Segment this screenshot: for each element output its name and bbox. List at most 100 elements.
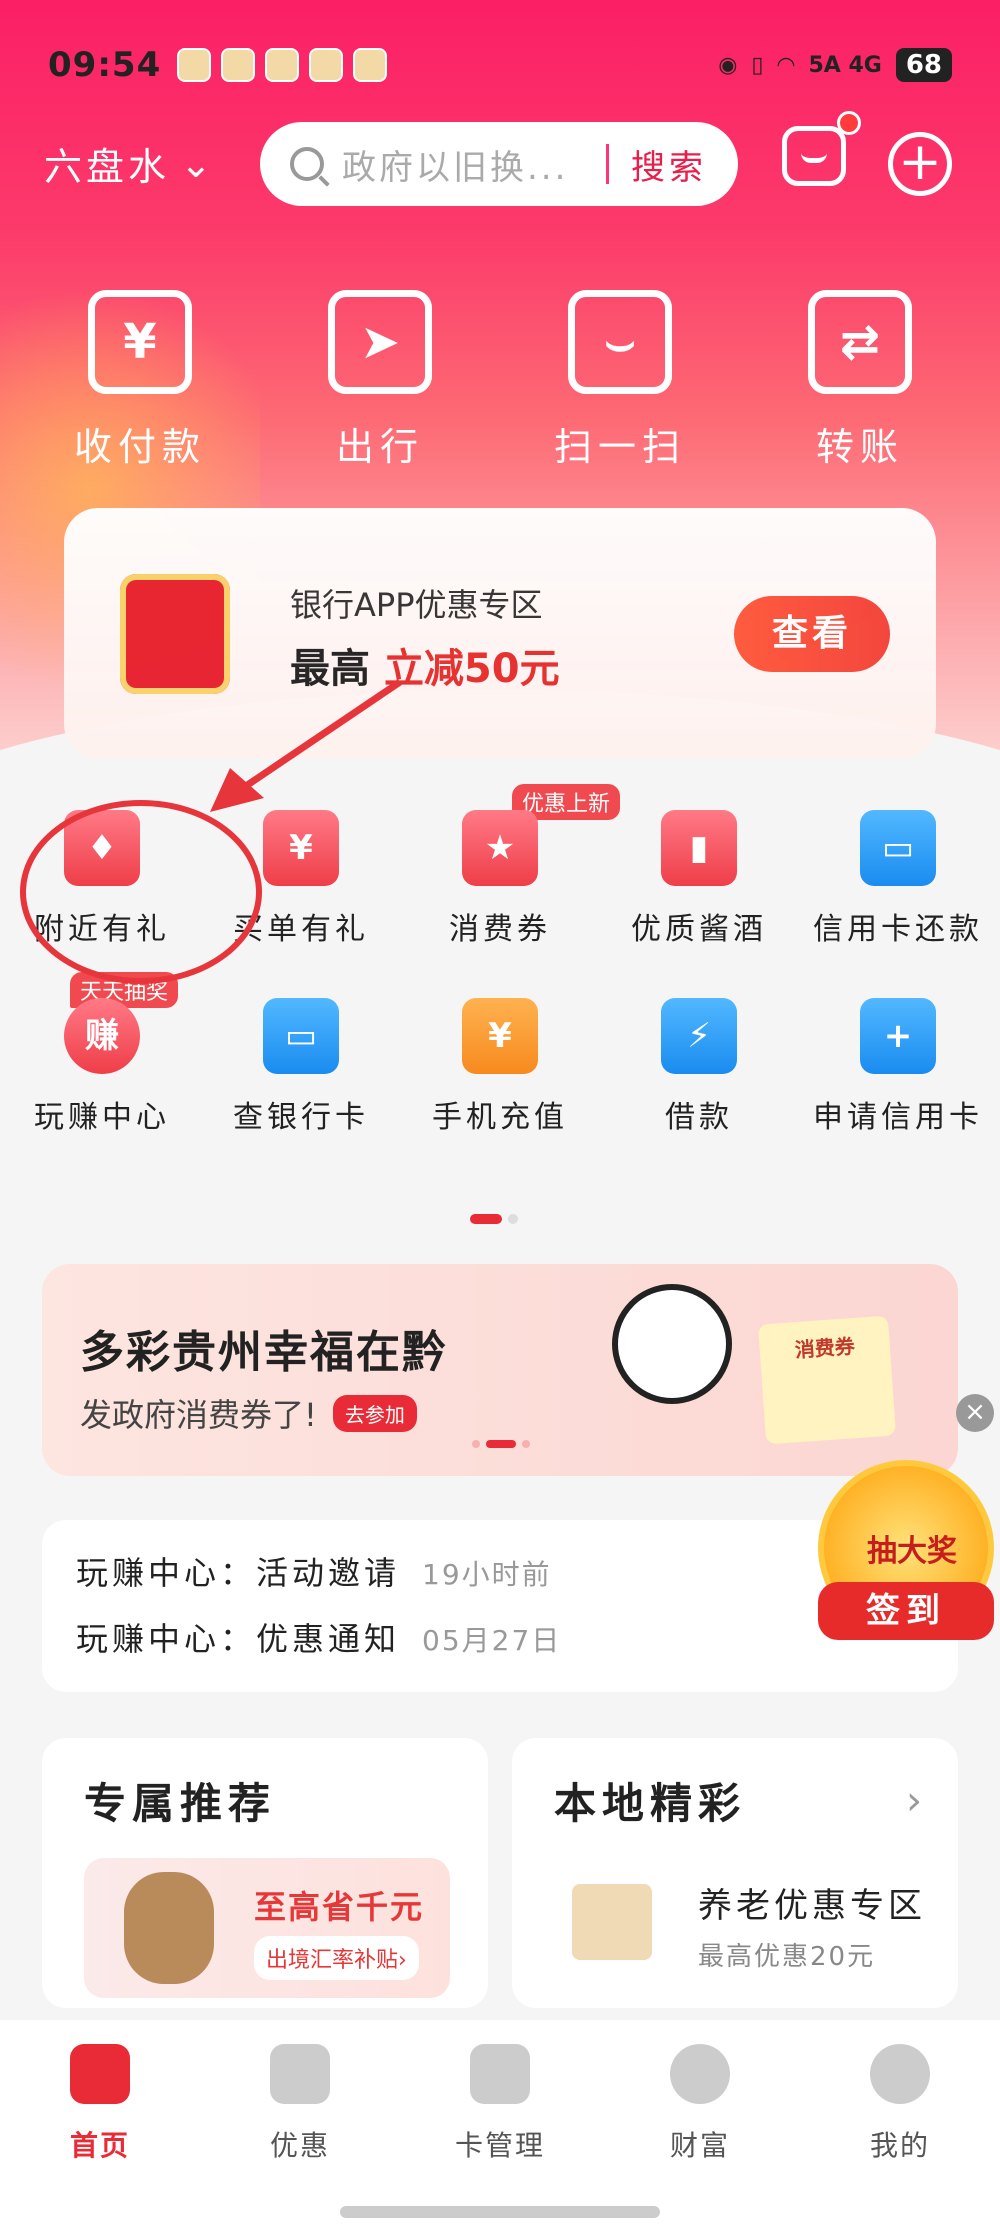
service-apply-card[interactable]: + 申请信用卡 [806, 998, 990, 1136]
card-manage-icon [470, 2044, 530, 2104]
notification-icon [265, 48, 300, 82]
recommend-line1: 至高省千元 [254, 1888, 425, 1926]
tab-label: 财富 [669, 2129, 730, 2162]
service-label: 借款 [665, 1100, 733, 1135]
tab-offers[interactable]: 优惠 [200, 2044, 400, 2232]
promo-banner[interactable]: 多彩贵州幸福在黔 发政府消费券了! 去参加 消费券 [42, 1264, 958, 1476]
close-icon[interactable]: × [956, 1394, 994, 1432]
local-subtitle: 最高优惠20元 [698, 1942, 876, 1972]
search-icon [290, 147, 324, 181]
quick-action-travel[interactable]: ➤ 出行 [280, 290, 480, 471]
service-row: 天天抽奖 赚 玩赚中心 ▭ 查银行卡 ¥ 手机充值 ⚡ 借款 + 申请信用卡 [0, 972, 1000, 1136]
chevron-down-icon: ⌄ [180, 141, 216, 186]
coupon-illustration-label: 消费券 [794, 1334, 856, 1363]
banner-page-indicator [472, 1440, 530, 1448]
earn-glyph: 赚 [85, 1016, 119, 1056]
notice-item[interactable]: 玩赚中心：优惠通知 05月27日 [76, 1614, 924, 1660]
service-label: 优质酱酒 [631, 912, 767, 947]
search-input[interactable]: 政府以旧换... [342, 140, 592, 189]
notice-item[interactable]: 玩赚中心：活动邀请 19小时前 [76, 1548, 924, 1594]
service-label: 申请信用卡 [813, 1100, 983, 1135]
banner-dot-active [486, 1440, 516, 1448]
sign-in-button[interactable]: 签到 [818, 1582, 994, 1640]
tab-wealth[interactable]: 财富 [600, 2044, 800, 2232]
banner-dot [522, 1440, 530, 1448]
gift-box-icon [572, 1884, 652, 1960]
promo-card[interactable]: 银行APP优惠专区 最高 立减50元 查看 [64, 508, 936, 758]
phone-icon: ¥ [462, 998, 538, 1074]
local-title: 本地精彩 [554, 1779, 747, 1828]
banner-dot [472, 1440, 480, 1448]
view-button[interactable]: 查看 [734, 596, 890, 672]
quick-action-pay[interactable]: ¥ 收付款 [40, 290, 240, 471]
status-bar: 09:54 ◉ ▯ ◠ 5A 4G 68 [48, 40, 952, 90]
home-indicator[interactable] [340, 2206, 660, 2218]
service-label: 信用卡还款 [813, 912, 983, 947]
card-glyph: ▭ [881, 828, 915, 868]
promo-highlight: 立减50元 [383, 646, 560, 692]
add-icon[interactable]: + [888, 132, 952, 196]
tab-label: 卡管理 [454, 2129, 545, 2162]
bank-card-icon: ▭ [263, 998, 339, 1074]
service-earn-center[interactable]: 天天抽奖 赚 玩赚中心 [10, 972, 194, 1136]
service-liquor[interactable]: ▮ 优质酱酒 [607, 810, 791, 948]
gift-glyph: ¥ [289, 828, 313, 868]
service-coupon[interactable]: 优惠上新 ★ 消费券 [408, 784, 621, 948]
chevron-right-icon[interactable]: › [906, 1778, 922, 1824]
unread-dot [837, 111, 861, 135]
tab-label: 优惠 [269, 2129, 330, 2162]
profile-icon [870, 2044, 930, 2104]
top-bar: 六盘水 ⌄ 政府以旧换... 搜索 + [0, 111, 1000, 206]
service-phone-topup[interactable]: ¥ 手机充值 [408, 998, 592, 1136]
page-dot-active [470, 1214, 502, 1224]
service-credit-repay[interactable]: ▭ 信用卡还款 [806, 810, 990, 948]
lightning-glyph: ⚡ [687, 1016, 711, 1056]
bank-card-glyph: ▭ [284, 1016, 318, 1056]
add-card-glyph: + [883, 1016, 913, 1056]
quick-action-scan[interactable]: ⌣ 扫一扫 [520, 290, 720, 471]
tab-cards[interactable]: 卡管理 [400, 2044, 600, 2232]
notice-time: 19小时前 [422, 1558, 552, 1591]
quick-action-transfer[interactable]: ⇄ 转账 [760, 290, 960, 471]
city-selector[interactable]: 六盘水 ⌄ [44, 136, 216, 191]
recommend-card[interactable]: 专属推荐 至高省千元 出境汇率补贴› [42, 1738, 488, 2008]
quick-actions: ¥ 收付款 ➤ 出行 ⌣ 扫一扫 ⇄ 转账 [0, 290, 1000, 471]
quick-action-label: 出行 [335, 425, 424, 469]
service-loan[interactable]: ⚡ 借款 [607, 998, 791, 1136]
wealth-icon [670, 2044, 730, 2104]
join-button[interactable]: 去参加 [332, 1394, 417, 1432]
tab-mine[interactable]: 我的 [800, 2044, 1000, 2232]
service-label: 消费券 [449, 912, 551, 947]
gift-icon: ¥ [263, 810, 339, 886]
tab-label: 我的 [869, 2129, 930, 2162]
notice-text: 玩赚中心：优惠通知 [76, 1620, 401, 1658]
notification-icon [177, 48, 212, 82]
promo-title: 银行APP优惠专区 [290, 586, 543, 624]
service-label: 手机充值 [432, 1100, 568, 1135]
coupon-glyph: ★ [484, 828, 516, 868]
bottle-glyph: ▮ [689, 828, 709, 868]
quick-action-label: 扫一扫 [553, 425, 686, 469]
service-label: 查银行卡 [233, 1100, 369, 1135]
banner-subtitle-row: 发政府消费券了! 去参加 [80, 1390, 417, 1436]
lottery-widget[interactable]: 抽大奖 签到 [818, 1460, 994, 1640]
message-icon[interactable] [782, 111, 861, 186]
card-icon: ▭ [860, 810, 936, 886]
page-dot [508, 1214, 518, 1224]
scan-icon: ⌣ [568, 290, 672, 394]
wifi-icon: ◠ [777, 52, 795, 78]
service-check-card[interactable]: ▭ 查银行卡 [209, 998, 393, 1136]
search-bar[interactable]: 政府以旧换... 搜索 [260, 122, 738, 206]
tab-home[interactable]: 首页 [0, 2044, 200, 2232]
search-button[interactable]: 搜索 [631, 140, 707, 189]
notification-icon [221, 48, 256, 82]
recommend-item[interactable]: 至高省千元 出境汇率补贴› [84, 1858, 450, 1998]
notification-icon [353, 48, 388, 82]
add-card-icon: + [860, 998, 936, 1074]
notice-time: 05月27日 [422, 1624, 562, 1657]
traveler-icon [124, 1872, 214, 1984]
circle-annotation [20, 800, 262, 984]
local-item[interactable]: 养老优惠专区 [698, 1878, 926, 1927]
grid-page-indicator [470, 1214, 518, 1224]
local-card[interactable]: 本地精彩 › 养老优惠专区 最高优惠20元 [512, 1738, 958, 2008]
